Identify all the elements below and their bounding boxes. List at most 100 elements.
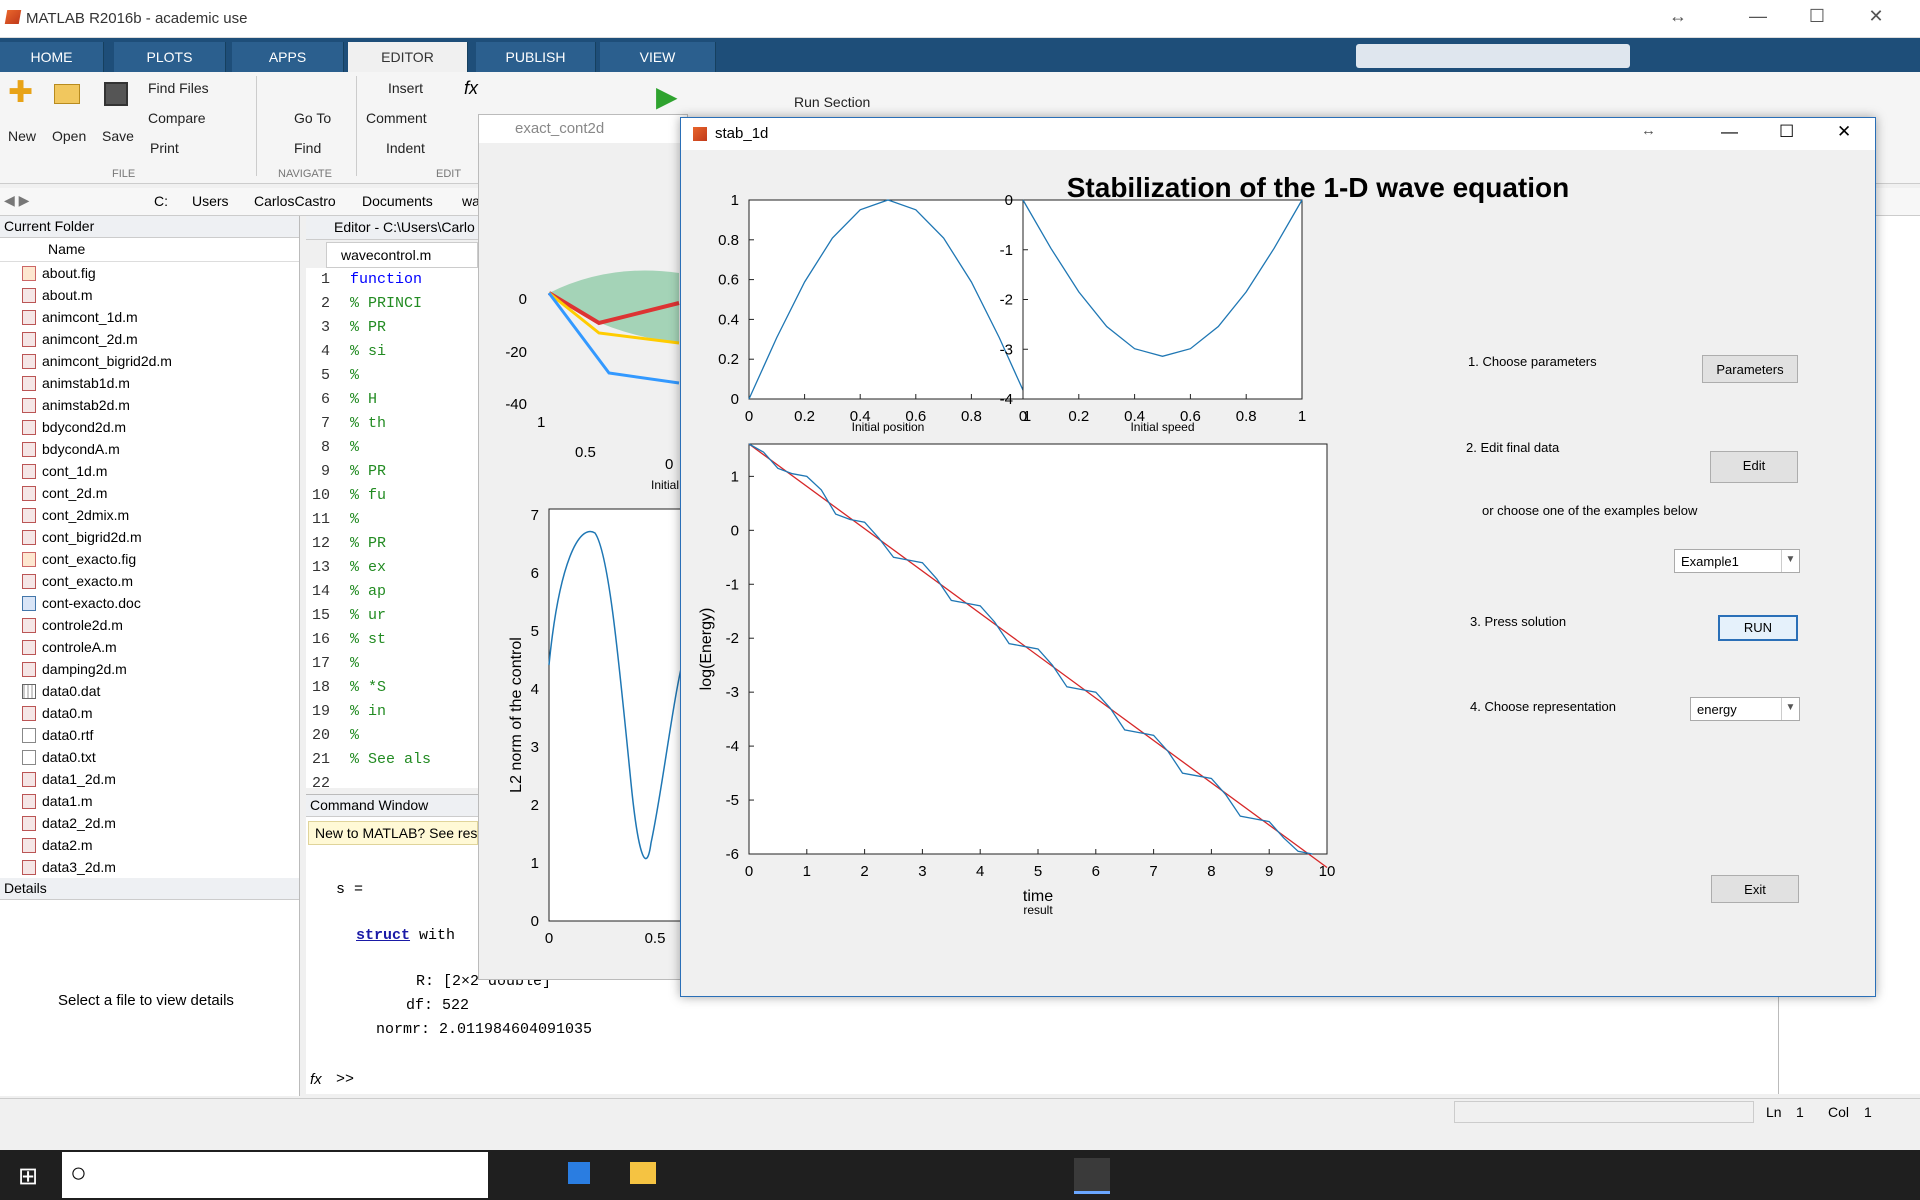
file-list-item[interactable]: data1_2d.m	[0, 768, 299, 790]
step-3-label: 3. Press solution	[1470, 614, 1567, 629]
save-button[interactable]: Save	[102, 128, 134, 144]
m-file-icon	[22, 332, 36, 347]
path-segment[interactable]: C:	[154, 193, 168, 209]
file-list-item[interactable]: about.m	[0, 284, 299, 306]
task-icon[interactable]	[568, 1162, 590, 1184]
struct-link[interactable]: struct	[356, 927, 410, 944]
file-list-item[interactable]: cont_exacto.m	[0, 570, 299, 592]
m-file-icon	[22, 310, 36, 325]
x-tick-label: 10	[1319, 863, 1336, 880]
indent-button[interactable]: Indent	[386, 140, 425, 156]
file-list-item[interactable]: cont-exacto.doc	[0, 592, 299, 614]
example-select[interactable]: Example1 ▼	[1674, 549, 1800, 573]
comment-button[interactable]: Comment	[366, 110, 427, 126]
close-button[interactable]: ✕	[1856, 6, 1896, 27]
file-list-item[interactable]: bdycond2d.m	[0, 416, 299, 438]
file-list-item[interactable]: data0.m	[0, 702, 299, 724]
run-icon[interactable]: ▶	[656, 80, 678, 113]
x-tick-label: 0	[745, 408, 753, 425]
exit-button[interactable]: Exit	[1711, 875, 1799, 903]
path-segment[interactable]: Users	[192, 193, 229, 209]
new-button[interactable]: New	[8, 128, 36, 144]
file-list-item[interactable]: animcont_2d.m	[0, 328, 299, 350]
file-list-item[interactable]: data3_2d.m	[0, 856, 299, 878]
run-button[interactable]: RUN	[1718, 615, 1798, 641]
path-segment[interactable]: Documents	[362, 193, 433, 209]
file-list-item[interactable]: animcont_bigrid2d.m	[0, 350, 299, 372]
maximize-button[interactable]: ☐	[1779, 122, 1794, 142]
file-list-item[interactable]: bdycondA.m	[0, 438, 299, 460]
find-files-button[interactable]: Find Files	[148, 80, 209, 96]
minimize-button[interactable]: —	[1721, 122, 1738, 142]
file-list-item[interactable]: animstab2d.m	[0, 394, 299, 416]
find-button[interactable]: Find	[294, 140, 321, 156]
file-list-item[interactable]: controle2d.m	[0, 614, 299, 636]
file-name: damping2d.m	[42, 661, 127, 677]
code-line: 14 % ap	[306, 580, 478, 604]
file-list-item[interactable]: controleA.m	[0, 636, 299, 658]
explorer-icon[interactable]	[630, 1162, 656, 1184]
file-list-item[interactable]: data2.m	[0, 834, 299, 856]
tab-home[interactable]: HOME	[0, 42, 104, 72]
goto-button[interactable]: Go To	[294, 110, 331, 126]
close-button[interactable]: ✕	[1837, 122, 1851, 142]
file-list-item[interactable]: data0.dat	[0, 680, 299, 702]
file-list-item[interactable]: animcont_1d.m	[0, 306, 299, 328]
file-list-item[interactable]: data2_2d.m	[0, 812, 299, 834]
figure-title: stab_1d	[715, 125, 769, 142]
new-icon[interactable]: ✚	[8, 78, 34, 108]
column-header-name[interactable]: Name	[0, 238, 299, 262]
file-list-item[interactable]: damping2d.m	[0, 658, 299, 680]
fx-icon[interactable]: fx	[464, 78, 478, 99]
back-icon[interactable]: ◀ ▶	[4, 192, 29, 209]
details-title[interactable]: Details	[0, 878, 299, 900]
file-list-item[interactable]: data0.txt	[0, 746, 299, 768]
plot-y-tick: 1	[531, 855, 539, 872]
start-icon[interactable]: ⊞	[18, 1162, 38, 1191]
compare-button[interactable]: Compare	[148, 110, 206, 126]
tab-view[interactable]: VIEW	[600, 42, 716, 72]
file-list-item[interactable]: about.fig	[0, 262, 299, 284]
tab-plots[interactable]: PLOTS	[114, 42, 226, 72]
code-editor[interactable]: 1 function 2 % PRINCI 3 % PR 4 % si 5% 6 % H 7 % th…	[306, 268, 478, 788]
insert-button[interactable]: Insert	[388, 80, 423, 96]
figure-exact-cont2d[interactable]: exact_cont2d 0 -20 -40 1 0.5 0 Initial L…	[478, 114, 688, 980]
save-icon[interactable]	[104, 82, 128, 106]
file-list-item[interactable]: animstab1d.m	[0, 372, 299, 394]
representation-select[interactable]: energy ▼	[1690, 697, 1800, 721]
file-list-item[interactable]: cont_2d.m	[0, 482, 299, 504]
file-list-item[interactable]: data0.rtf	[0, 724, 299, 746]
command-prompt[interactable]: >>	[336, 1071, 354, 1088]
print-button[interactable]: Print	[150, 140, 179, 156]
tab-publish[interactable]: PUBLISH	[476, 42, 596, 72]
minimize-button[interactable]: —	[1738, 6, 1778, 27]
run-section-button[interactable]: Run Section	[794, 94, 870, 110]
open-icon[interactable]	[54, 84, 80, 104]
taskbar-search-box[interactable]	[62, 1152, 488, 1198]
figure-stab-1d[interactable]: stab_1d ↔ — ☐ ✕ Stabilization of the 1-D…	[680, 117, 1876, 997]
file-list-item[interactable]: cont_1d.m	[0, 460, 299, 482]
path-segment[interactable]: CarlosCastro	[254, 193, 336, 209]
open-button[interactable]: Open	[52, 128, 86, 144]
tab-apps[interactable]: APPS	[232, 42, 344, 72]
y-tick-label: -4	[726, 738, 739, 755]
file-list-item[interactable]: cont_exacto.fig	[0, 548, 299, 570]
file-list-item[interactable]: cont_bigrid2d.m	[0, 526, 299, 548]
x-tick-label: 5	[1034, 863, 1042, 880]
file-list-item[interactable]: data1.m	[0, 790, 299, 812]
edit-button[interactable]: Edit	[1710, 451, 1798, 483]
cortana-icon[interactable]: ○	[70, 1158, 87, 1188]
figure-title: exact_cont2d	[515, 120, 605, 137]
quick-access-toolbar[interactable]	[1356, 44, 1630, 68]
code-text: % See als	[350, 751, 432, 768]
parameters-button[interactable]: Parameters	[1702, 355, 1798, 383]
tab-editor[interactable]: EDITOR	[348, 42, 468, 72]
x-tick-label: 0	[745, 863, 753, 880]
x-tick-label: 1	[1298, 408, 1306, 425]
maximize-button[interactable]: ☐	[1797, 6, 1837, 27]
file-list-item[interactable]: cont_2dmix.m	[0, 504, 299, 526]
new-to-matlab-banner[interactable]: New to MATLAB? See res	[308, 821, 478, 845]
matlab-taskbar-icon[interactable]	[1074, 1158, 1110, 1194]
x-tick-label: 3	[918, 863, 926, 880]
editor-file-tab[interactable]: wavecontrol.m	[326, 242, 478, 268]
